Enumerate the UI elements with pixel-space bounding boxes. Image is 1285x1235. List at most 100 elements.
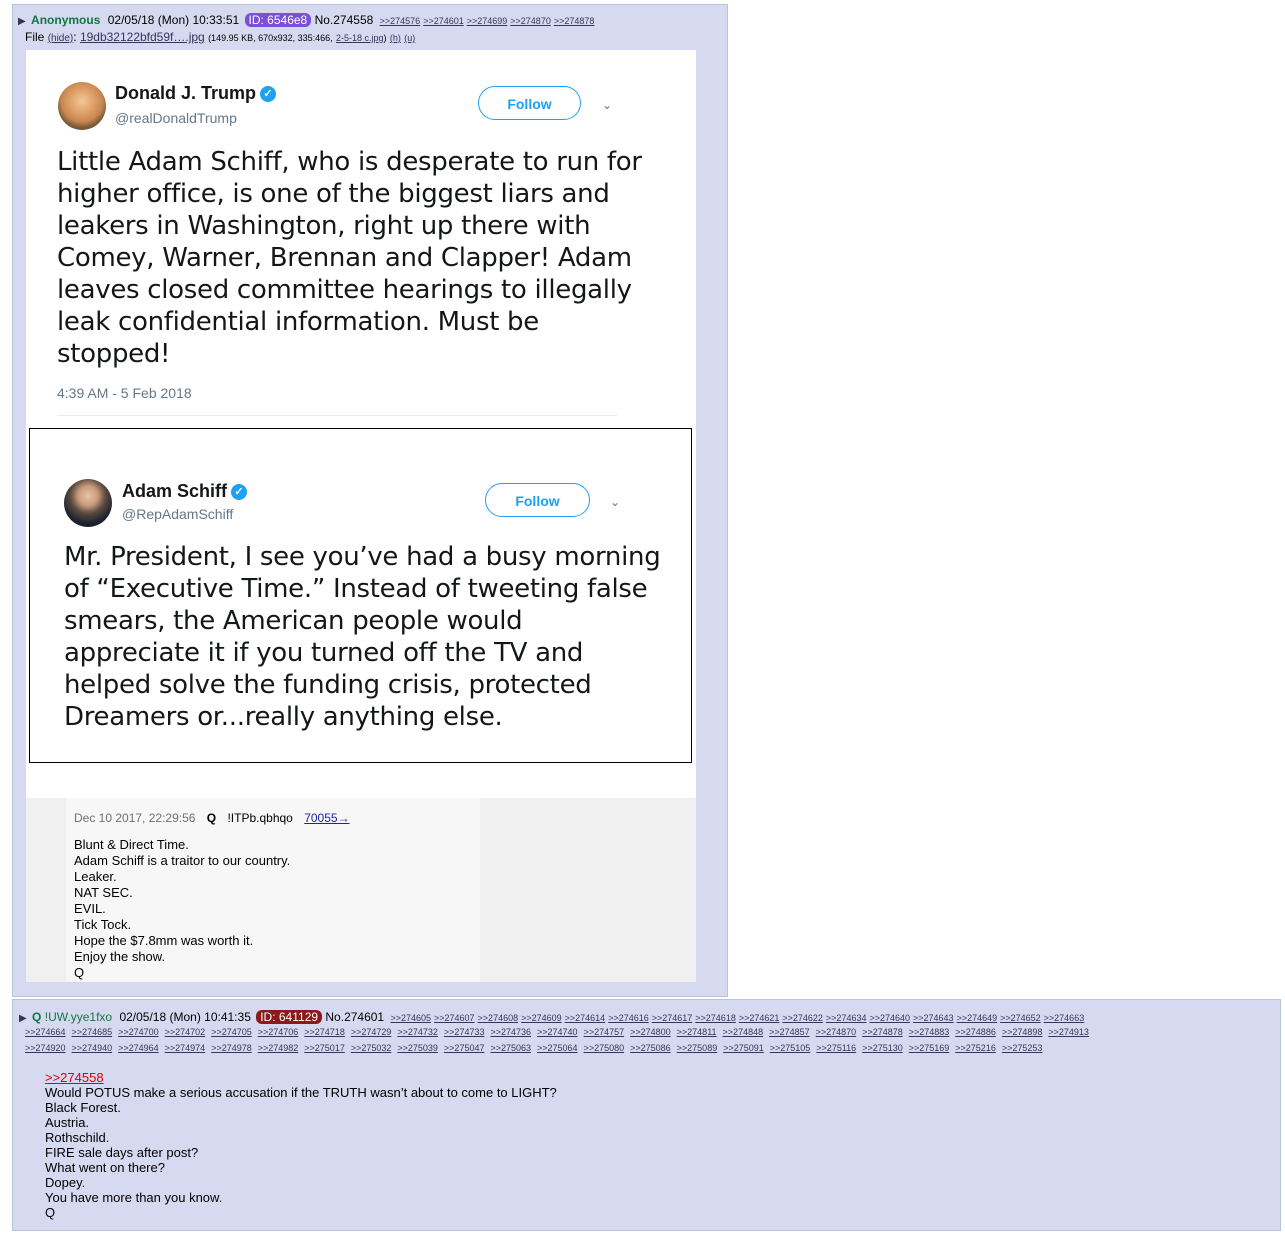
post-text-line: Black Forest. [45, 1100, 121, 1115]
backlink[interactable]: >>274652 [1000, 1013, 1041, 1023]
backlink[interactable]: >>274702 [165, 1027, 206, 1037]
backlink[interactable]: >>275089 [677, 1043, 718, 1053]
backlink[interactable]: >>275064 [537, 1043, 578, 1053]
backlink[interactable]: >>274729 [351, 1027, 392, 1037]
file-original-name-link[interactable]: 2-5-18 c.jpg [336, 33, 384, 43]
chevron-down-icon: ⌄ [602, 98, 613, 112]
backlink[interactable]: >>274800 [630, 1027, 671, 1037]
backlink[interactable]: >>275105 [770, 1043, 811, 1053]
backlink[interactable]: >>274617 [652, 1013, 693, 1023]
backlink[interactable]: >>275169 [909, 1043, 950, 1053]
backlink[interactable]: >>274811 [677, 1027, 717, 1037]
backlink[interactable]: >>274982 [258, 1043, 299, 1053]
post-number[interactable]: No.274601 [325, 1010, 384, 1024]
backlink[interactable]: >>275032 [351, 1043, 392, 1053]
backlink[interactable]: >>274634 [826, 1013, 867, 1023]
post-number[interactable]: No.274558 [315, 13, 374, 27]
backlink[interactable]: >>274718 [304, 1027, 345, 1037]
q-drop-line: NAT SEC. [74, 885, 133, 900]
verified-badge-icon: ✓ [231, 484, 248, 500]
backlink[interactable]: >>274700 [118, 1027, 159, 1037]
backlink[interactable]: >>275216 [955, 1043, 996, 1053]
backlink[interactable]: >>274878 [554, 16, 595, 26]
file-hide-link[interactable]: (hide) [48, 33, 74, 44]
backlink[interactable]: >>274757 [584, 1027, 625, 1037]
trump-name-text: Donald J. Trump [115, 83, 257, 103]
poster-id-badge[interactable]: ID: 6546e8 [244, 13, 312, 27]
backlink[interactable]: >>275091 [723, 1043, 764, 1053]
backlink[interactable]: >>275253 [1002, 1043, 1043, 1053]
file-label: File [25, 30, 45, 44]
backlink[interactable]: >>274605 [390, 1013, 431, 1023]
backlink[interactable]: >>275063 [490, 1043, 531, 1053]
backlink[interactable]: >>274920 [25, 1043, 66, 1053]
backlink[interactable]: >>274601 [423, 16, 464, 26]
post-backlinks: >>274605 >>274607 >>274608 >>274609 >>274614… [387, 1010, 1084, 1024]
backlink[interactable]: >>274706 [258, 1027, 299, 1037]
backlink[interactable]: >>274857 [769, 1027, 810, 1037]
backlink[interactable]: >>274614 [565, 1013, 606, 1023]
schiff-handle: @RepAdamSchiff [122, 506, 234, 522]
backlink[interactable]: >>274732 [397, 1027, 438, 1037]
backlink[interactable]: >>274964 [118, 1043, 159, 1053]
post-menu-arrow-icon[interactable]: ▶ [19, 1013, 27, 1024]
backlink[interactable]: >>274733 [444, 1027, 485, 1037]
trump-display-name: Donald J. Trump ✓ [115, 83, 277, 104]
backlink[interactable]: >>274898 [1002, 1027, 1043, 1037]
backlink[interactable]: >>274643 [913, 1013, 954, 1023]
trump-handle: @realDonaldTrump [115, 110, 237, 126]
backlink[interactable]: >>274978 [211, 1043, 252, 1053]
backlink[interactable]: >>274848 [723, 1027, 764, 1037]
backlink[interactable]: >>274883 [909, 1027, 950, 1037]
post-datetime: 02/05/18 (Mon) 10:41:35 [119, 1010, 251, 1024]
backlink[interactable]: >>274913 [1048, 1027, 1089, 1037]
trump-tweet-time: 4:39 AM - 5 Feb 2018 [57, 385, 192, 401]
poster-id-badge[interactable]: ID: 641129 [256, 1010, 323, 1024]
backlink[interactable]: >>274649 [957, 1013, 998, 1023]
schiff-display-name: Adam Schiff ✓ [122, 481, 248, 502]
backlink[interactable]: >>274878 [862, 1027, 903, 1037]
backlink[interactable]: >>274609 [521, 1013, 562, 1023]
backlink[interactable]: >>274607 [434, 1013, 475, 1023]
file-u-link[interactable]: (u) [404, 33, 415, 43]
post-image[interactable]: Donald J. Trump ✓ @realDonaldTrump Follow… [26, 50, 696, 982]
backlink[interactable]: >>275039 [397, 1043, 438, 1053]
backlink[interactable]: >>274870 [816, 1027, 857, 1037]
backlink[interactable]: >>274576 [380, 16, 421, 26]
post-text-line: FIRE sale days after post? [45, 1145, 199, 1160]
tweet-divider [57, 415, 617, 416]
backlink[interactable]: >>274608 [478, 1013, 519, 1023]
poster-name: Q [32, 1010, 42, 1024]
backlink[interactable]: >>275116 [816, 1043, 856, 1053]
backlink[interactable]: >>274616 [608, 1013, 649, 1023]
backlink[interactable]: >>275080 [584, 1043, 625, 1053]
backlink[interactable]: >>274740 [537, 1027, 578, 1037]
post-text-line: Rothschild. [45, 1130, 110, 1145]
backlink[interactable]: >>275017 [304, 1043, 345, 1053]
backlink[interactable]: >>274622 [782, 1013, 823, 1023]
q-drop-line: Enjoy the show. [74, 949, 166, 964]
backlink[interactable]: >>274699 [467, 16, 508, 26]
backlink[interactable]: >>274640 [869, 1013, 910, 1023]
backlink[interactable]: >>274940 [72, 1043, 113, 1053]
backlink[interactable]: >>274664 [25, 1027, 66, 1037]
backlink[interactable]: >>275130 [862, 1043, 903, 1053]
backlink[interactable]: >>274736 [490, 1027, 531, 1037]
post-backlinks-row-2: >>274664 >>274685 >>274700 >>274702 >>274705… [25, 1027, 1095, 1037]
backlink[interactable]: >>274886 [955, 1027, 996, 1037]
backlink[interactable]: >>274663 [1044, 1013, 1085, 1023]
backlink[interactable]: >>274618 [695, 1013, 736, 1023]
backlink[interactable]: >>275047 [444, 1043, 485, 1053]
file-name-link[interactable]: 19db32122bfd59f….jpg [80, 30, 205, 44]
quote-link[interactable]: >>274558 [45, 1070, 104, 1085]
backlink[interactable]: >>274621 [739, 1013, 780, 1023]
post-menu-arrow-icon[interactable]: ▶ [18, 16, 26, 27]
file-h-link[interactable]: (h) [390, 33, 401, 43]
backlink[interactable]: >>274705 [211, 1027, 252, 1037]
post-274558: ▶ Anonymous 02/05/18 (Mon) 10:33:51 ID: … [12, 4, 728, 997]
backlink[interactable]: >>275086 [630, 1043, 671, 1053]
backlink[interactable]: >>274685 [72, 1027, 113, 1037]
backlink[interactable]: >>274870 [510, 16, 551, 26]
post-datetime: 02/05/18 (Mon) 10:33:51 [107, 13, 240, 27]
backlink[interactable]: >>274974 [165, 1043, 206, 1053]
